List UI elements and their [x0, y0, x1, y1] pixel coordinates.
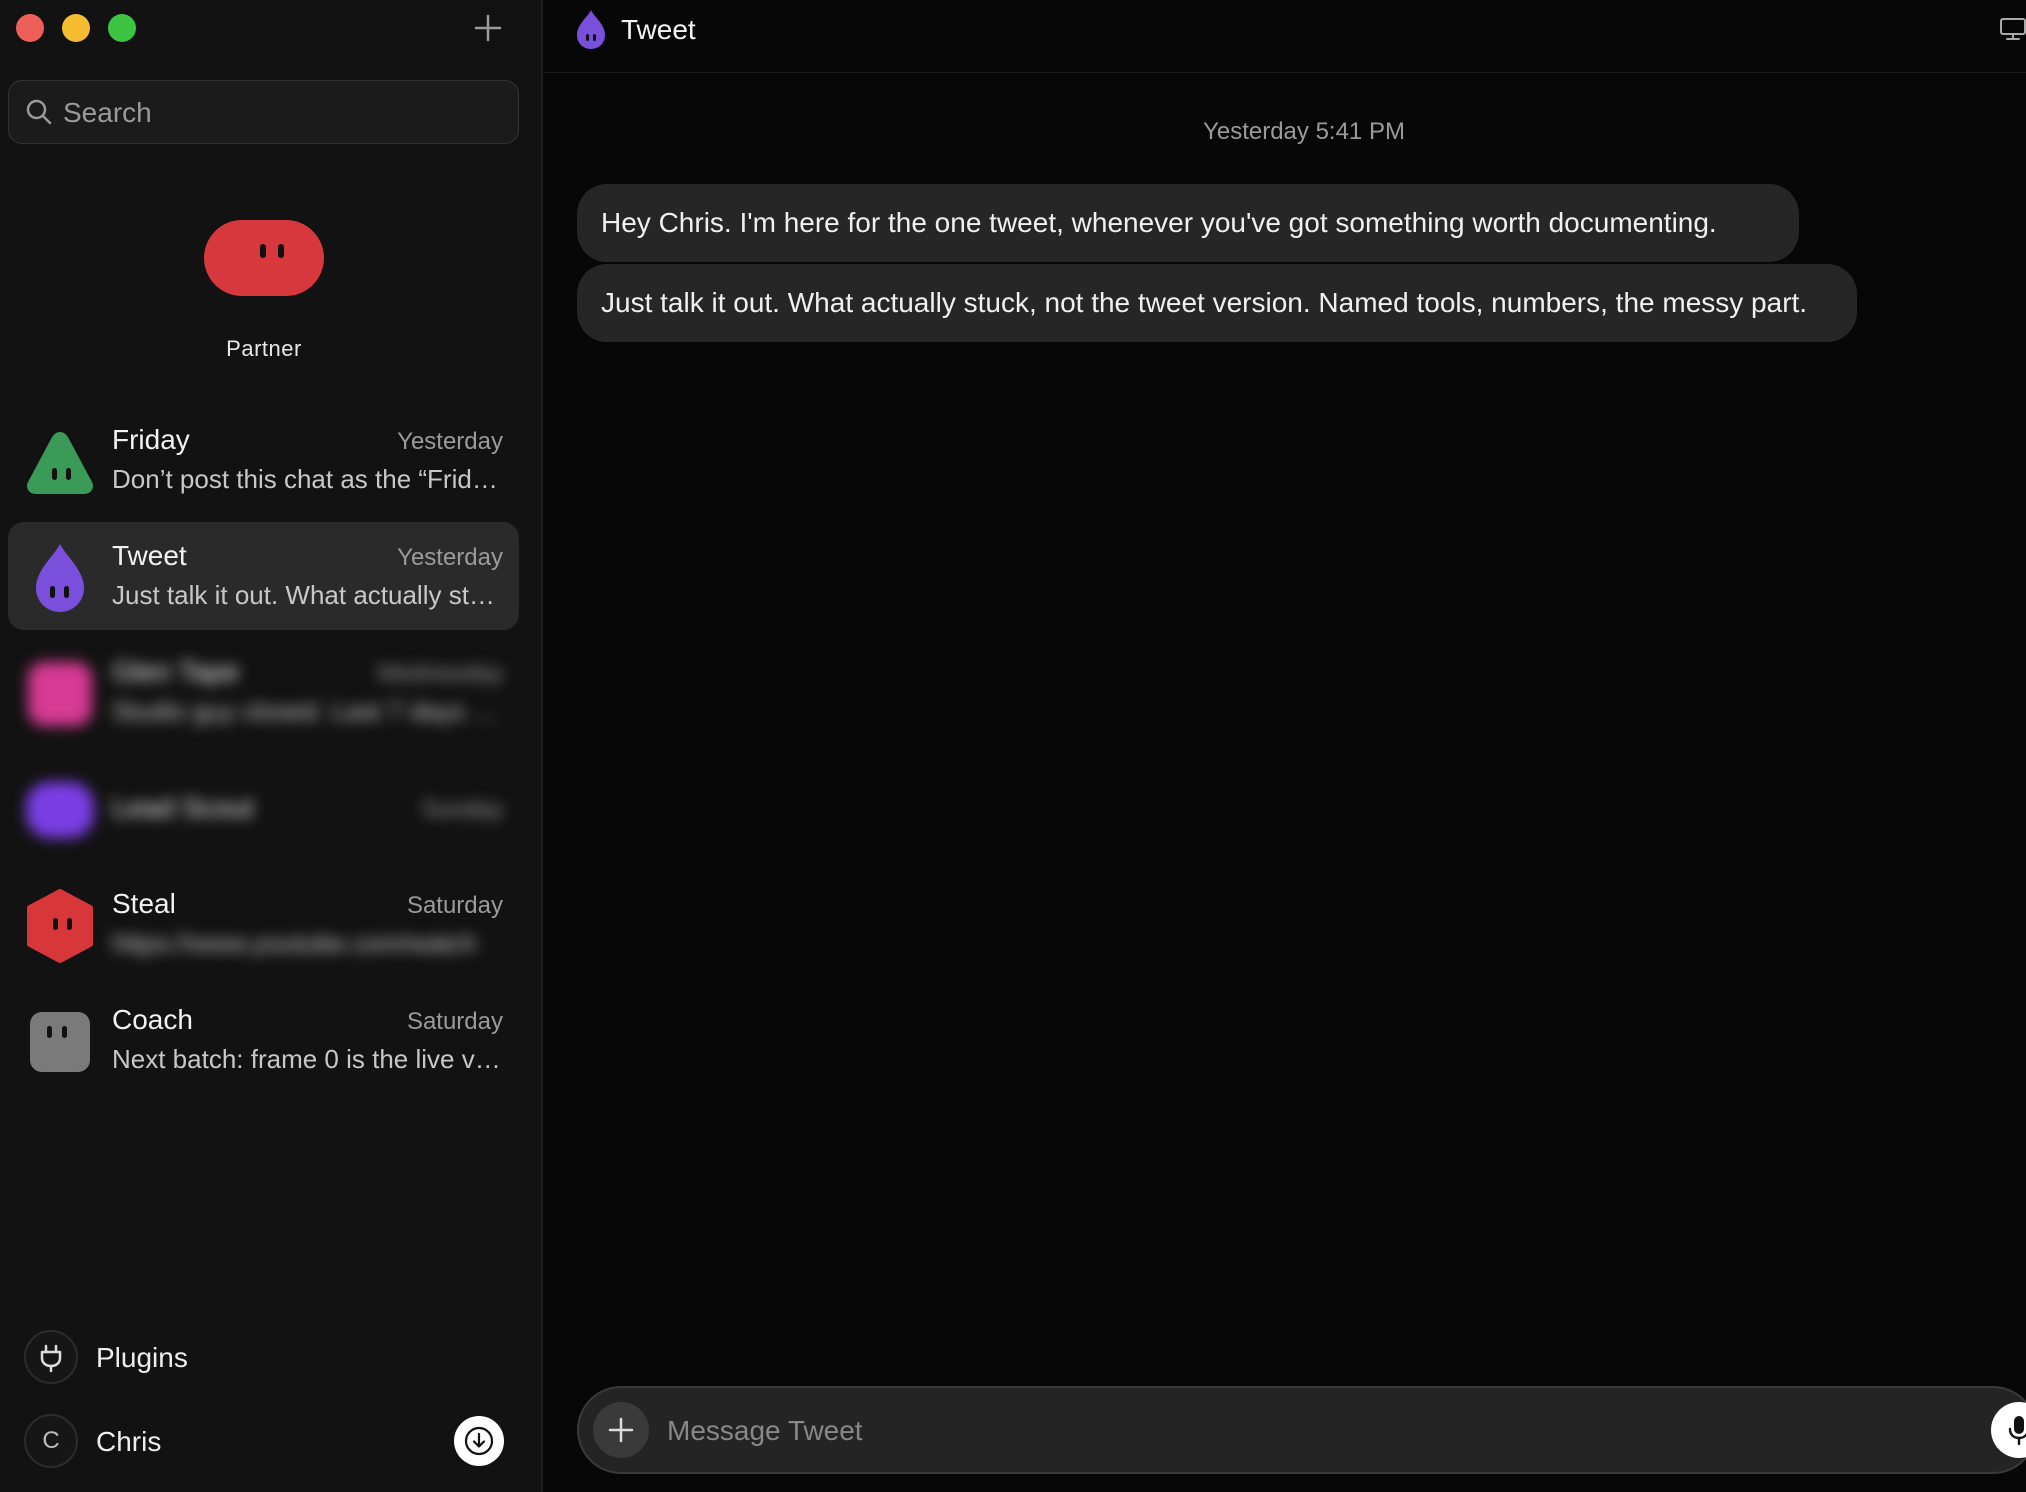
purple-blob-icon [26, 782, 94, 838]
conversation-item-friday[interactable]: Friday Yesterday Don’t post this chat as… [8, 406, 519, 514]
conversation-name: Glen Tape [112, 656, 240, 687]
purple-drop-icon [36, 544, 84, 612]
monitor-icon[interactable] [1999, 16, 2026, 42]
avatar-initial: C [42, 1427, 60, 1454]
conversation-name: Friday [112, 424, 190, 455]
red-blob-icon [204, 220, 324, 296]
conversation-preview: Next batch: frame 0 is the live version [112, 1044, 504, 1074]
conversation-item-glen-tape[interactable]: Glen Tape Wednesday Studio guy closed. L… [8, 638, 519, 746]
plugins-label: Plugins [96, 1342, 188, 1373]
green-triangle-icon [26, 432, 94, 494]
cloud-download-icon [464, 1426, 494, 1456]
search-bar [8, 80, 519, 144]
conversation-preview: Studio guy closed. Last 7 days summary [112, 696, 504, 726]
plugin-icon-circle [24, 1330, 78, 1384]
purple-drop-icon [577, 10, 605, 49]
conversation-item-tweet[interactable]: Tweet Yesterday Just talk it out. What a… [8, 522, 519, 630]
conversation-time: Yesterday [397, 428, 503, 455]
conversation-name: Lead Scout [112, 792, 254, 823]
attach-button[interactable] [593, 1402, 649, 1458]
voice-input-button[interactable] [1991, 1402, 2026, 1458]
plug-icon [40, 1344, 62, 1373]
chat-panel: Tweet Yesterday 5:41 PM Hey Chris. I'm h… [543, 0, 2026, 1492]
user-profile-button[interactable]: C Chris [24, 1414, 324, 1470]
assistant-message: Hey Chris. I'm here for the one tweet, w… [577, 184, 1799, 262]
conversation-time: Saturday [406, 1008, 503, 1035]
search-icon [26, 99, 52, 125]
conversation-item-lead-scout[interactable]: Lead Scout Sunday [8, 752, 519, 868]
conversation-name: Steal [112, 888, 176, 919]
search-input[interactable] [61, 81, 505, 144]
plus-icon [608, 1417, 634, 1443]
plugins-button[interactable]: Plugins [24, 1330, 324, 1386]
conversation-time: Yesterday [397, 544, 503, 571]
conversation-item-coach[interactable]: Coach Saturday Next batch: frame 0 is th… [8, 986, 519, 1094]
conversation-preview: Just talk it out. What actually stuck, n… [112, 580, 504, 610]
plus-icon [474, 14, 502, 42]
window-close-button[interactable] [16, 14, 44, 42]
conversation-name: Coach [112, 1004, 193, 1035]
sidebar: Partner Friday Yesterday Don’t post this… [0, 0, 543, 1492]
conversation-time: Wednesday [376, 660, 503, 687]
pinned-agent-label: Partner [226, 336, 302, 361]
pink-square-icon [28, 662, 92, 726]
microphone-icon [2008, 1416, 2026, 1446]
conversation-item-steal[interactable]: Steal Saturday https://www.youtube.com/w… [8, 870, 519, 978]
message-composer [577, 1386, 2026, 1474]
new-chat-button[interactable] [470, 8, 506, 48]
conversation-preview: https://www.youtube.com/watch [112, 928, 477, 958]
assistant-message: Just talk it out. What actually stuck, n… [577, 264, 1857, 342]
download-update-button[interactable] [454, 1416, 504, 1466]
chat-title: Tweet [621, 14, 696, 45]
conversation-time: Saturday [406, 892, 503, 919]
window-minimize-button[interactable] [62, 14, 90, 42]
message-input[interactable] [665, 1402, 1919, 1460]
conversation-name: Tweet [112, 540, 187, 571]
pinned-agent-partner[interactable]: Partner [180, 208, 348, 368]
window-zoom-button[interactable] [108, 14, 136, 42]
conversation-preview: Don’t post this chat as the “Friday” upd… [112, 464, 504, 494]
conversation-time: Sunday [421, 796, 503, 823]
chat-header: Tweet [543, 0, 2026, 73]
gray-square-icon [30, 1012, 90, 1072]
message-timestamp: Yesterday 5:41 PM [1203, 118, 1405, 145]
user-name: Chris [96, 1426, 162, 1457]
red-hexagon-icon [27, 889, 93, 963]
